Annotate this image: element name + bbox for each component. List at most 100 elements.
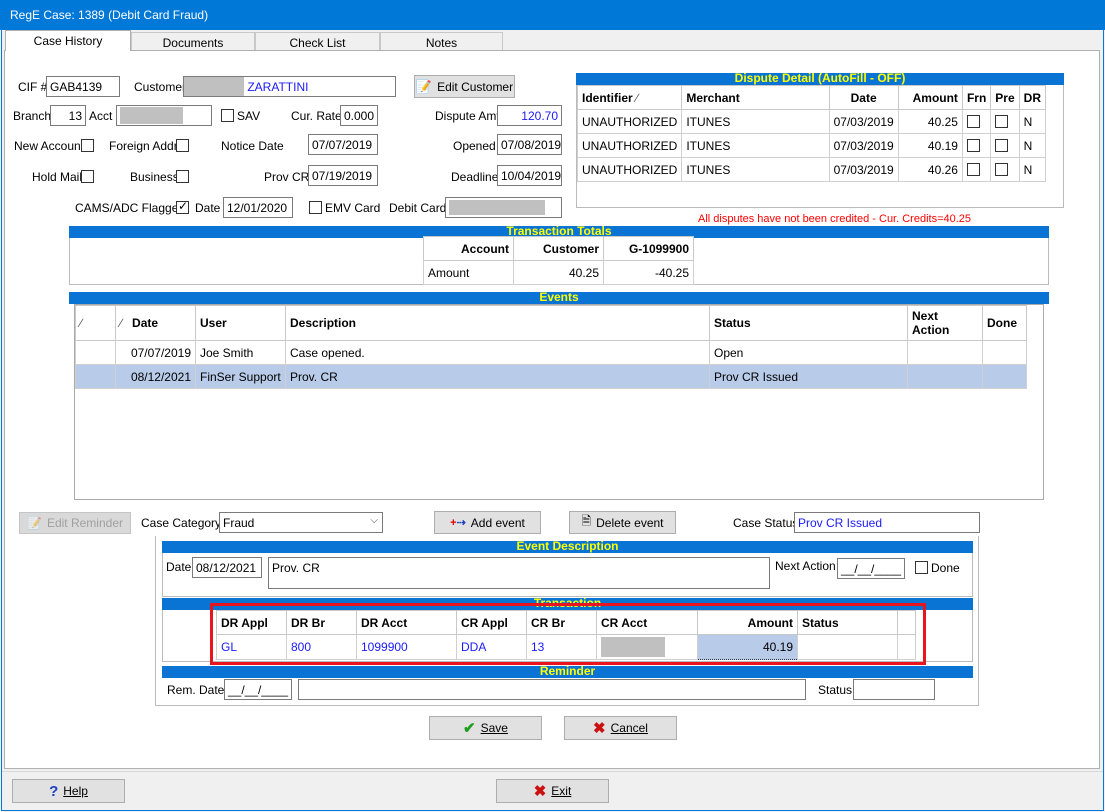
- edit-reminder-button[interactable]: 📝 Edit Reminder: [19, 512, 131, 534]
- transaction-row[interactable]: GL 800 1099900 DDA 13 40.19: [216, 634, 916, 660]
- reminder-text-field[interactable]: [298, 679, 806, 700]
- tab-notes[interactable]: Notes: [380, 32, 503, 50]
- tab-check-list[interactable]: Check List: [255, 32, 380, 50]
- tx-cr-acct[interactable]: [596, 634, 698, 660]
- customer-redacted: [184, 77, 244, 96]
- pre-checkbox[interactable]: [995, 163, 1009, 176]
- next-action-field[interactable]: __/__/____: [837, 558, 905, 579]
- customer-field[interactable]: ZARATTINI: [183, 76, 396, 97]
- dispute-col-date[interactable]: Date: [828, 85, 899, 110]
- events-col-status[interactable]: Status: [709, 305, 908, 341]
- cif-field[interactable]: GAB4139: [46, 76, 120, 97]
- frn-checkbox[interactable]: [966, 163, 980, 176]
- tx-col-status: Status: [797, 610, 898, 635]
- events-col-description[interactable]: Description: [285, 305, 710, 341]
- prov-cr-field[interactable]: 07/19/2019: [308, 165, 378, 186]
- emv-checkbox[interactable]: [309, 201, 322, 214]
- dispute-row[interactable]: UNAUTHORIZED ITUNES 07/03/2019 40.19 N: [576, 133, 1047, 158]
- tx-amount[interactable]: 40.19: [697, 634, 798, 660]
- add-event-icon: +⇢: [450, 517, 466, 529]
- event-status: Prov CR Issued: [709, 364, 908, 389]
- tab-case-history[interactable]: Case History: [5, 30, 131, 51]
- dispute-col-identifier[interactable]: Identifier ∕: [576, 85, 683, 110]
- dispute-col-dr[interactable]: DR: [1018, 85, 1047, 110]
- dispute-col-amount[interactable]: Amount: [897, 85, 963, 110]
- exit-button[interactable]: ✖ Exit: [496, 779, 609, 803]
- events-col-next-action[interactable]: Next Action: [907, 305, 983, 341]
- save-button[interactable]: ✔ Save: [429, 716, 542, 740]
- hold-mail-checkbox[interactable]: [81, 170, 94, 183]
- help-icon: ?: [49, 782, 59, 800]
- window-title-bar: RegE Case: 1389 (Debit Card Fraud): [0, 0, 1105, 30]
- cams-date-field[interactable]: 12/01/2020: [223, 197, 293, 218]
- delete-event-button[interactable]: 🗎 Delete event: [569, 511, 676, 534]
- tx-col-cr-appl: CR Appl: [456, 610, 527, 635]
- events-col-date[interactable]: ∕ Date: [115, 305, 196, 341]
- help-button[interactable]: ? Help: [12, 779, 125, 803]
- foreign-addr-checkbox[interactable]: [176, 139, 189, 152]
- cams-checkbox[interactable]: [176, 199, 189, 214]
- events-title: Events: [69, 292, 1049, 304]
- frn-checkbox[interactable]: [966, 139, 980, 152]
- cr-acct-redacted: [601, 637, 665, 657]
- pre-checkbox[interactable]: [995, 115, 1009, 128]
- tab-documents[interactable]: Documents: [131, 32, 255, 50]
- sav-checkbox[interactable]: [221, 109, 234, 122]
- acct-field[interactable]: [116, 105, 212, 126]
- dispute-row[interactable]: UNAUTHORIZED ITUNES 07/03/2019 40.26 N: [576, 157, 1047, 182]
- events-col-user[interactable]: User: [195, 305, 286, 341]
- rem-date-field[interactable]: __/__/____: [224, 679, 292, 700]
- tx-cr-br[interactable]: 13: [526, 634, 597, 660]
- frn-checkbox[interactable]: [966, 115, 980, 128]
- dispute-detail-panel: Identifier ∕ Merchant Date Amount Frn Pr…: [576, 85, 1064, 208]
- tx-dr-br[interactable]: 800: [286, 634, 357, 660]
- cancel-button[interactable]: ✖ Cancel: [564, 716, 677, 740]
- cur-rate-field[interactable]: 0.000: [340, 105, 378, 126]
- edit-customer-button[interactable]: 📝 Edit Customer: [414, 75, 515, 98]
- next-action-label: Next Action: [775, 559, 836, 573]
- emv-label: EMV Card: [325, 201, 381, 215]
- case-status-label: Case Status: [733, 516, 799, 530]
- dispute-merchant: ITUNES: [681, 133, 830, 158]
- pre-checkbox[interactable]: [995, 139, 1009, 152]
- event-date-field[interactable]: 08/12/2021: [192, 557, 262, 578]
- case-category-label: Case Category: [141, 516, 222, 530]
- dispute-col-merchant[interactable]: Merchant: [681, 85, 830, 110]
- cur-rate-label: Cur. Rate: [291, 109, 342, 123]
- edit-document-icon: 📝: [415, 78, 433, 94]
- done-label: Done: [931, 561, 960, 575]
- events-col-done[interactable]: Done: [982, 305, 1027, 341]
- opened-field[interactable]: 07/08/2019: [497, 134, 562, 155]
- tx-col-dr-appl: DR Appl: [216, 610, 287, 635]
- debit-card-field[interactable]: [445, 197, 562, 218]
- reminder-status-field[interactable]: [853, 679, 935, 700]
- event-row[interactable]: 07/07/2019 Joe Smith Case opened. Open: [75, 340, 1027, 365]
- event-row-selected[interactable]: 08/12/2021 FinSer Support Prov. CR Prov …: [75, 364, 1027, 389]
- event-description-field[interactable]: Prov. CR: [268, 557, 770, 589]
- tx-dr-acct[interactable]: 1099900: [356, 634, 457, 660]
- events-col-sort1[interactable]: ∕: [75, 305, 116, 341]
- dispute-col-pre[interactable]: Pre: [990, 85, 1020, 110]
- tx-status[interactable]: [797, 634, 898, 660]
- tx-dr-appl[interactable]: GL: [216, 634, 287, 660]
- dispute-col-frn[interactable]: Frn: [961, 85, 992, 110]
- dispute-amt-field[interactable]: 120.70: [497, 105, 562, 126]
- case-status-field[interactable]: Prov CR Issued: [794, 512, 980, 533]
- add-event-button[interactable]: +⇢ Add event: [434, 511, 541, 534]
- business-checkbox[interactable]: [176, 170, 189, 183]
- case-category-select[interactable]: Fraud ⌵: [219, 512, 383, 533]
- done-checkbox[interactable]: [915, 561, 928, 574]
- totals-col-g: G-1099900: [603, 236, 694, 261]
- reminder-status-label: Status: [818, 683, 853, 697]
- dispute-row[interactable]: UNAUTHORIZED ITUNES 07/03/2019 40.25 N: [576, 109, 1047, 134]
- branch-field[interactable]: 13: [50, 105, 86, 126]
- deadline-field[interactable]: 10/04/2019: [497, 165, 562, 186]
- events-panel: ∕ ∕ Date User Description Status Next Ac…: [74, 304, 1044, 500]
- acct-label: Acct: [89, 109, 113, 123]
- new-account-checkbox[interactable]: [81, 139, 94, 152]
- notice-date-field[interactable]: 07/07/2019: [308, 134, 378, 155]
- dispute-dr: N: [1018, 109, 1047, 134]
- notice-date-label: Notice Date: [221, 139, 284, 153]
- tx-cr-appl[interactable]: DDA: [456, 634, 527, 660]
- debit-card-label: Debit Card: [389, 201, 447, 215]
